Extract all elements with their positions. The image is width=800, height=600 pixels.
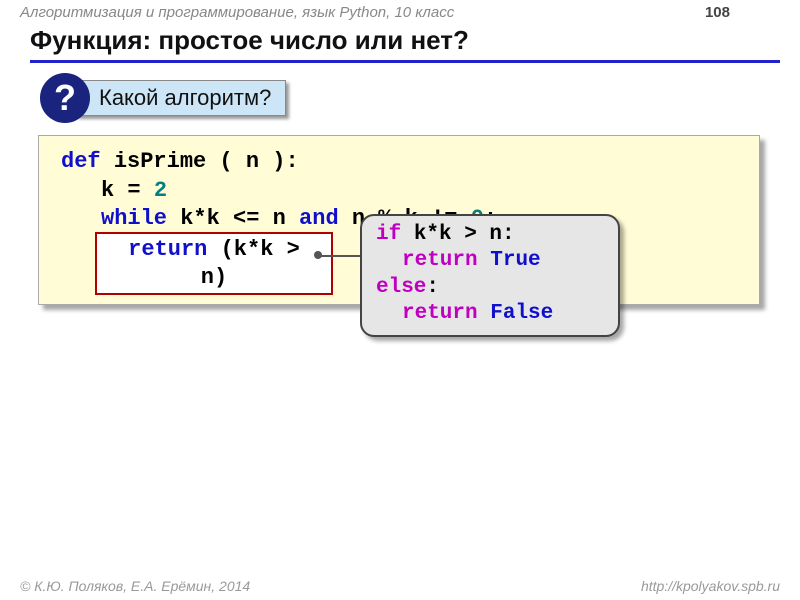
connector-line xyxy=(320,255,360,257)
kw-def: def xyxy=(61,149,101,174)
kw-return: return xyxy=(128,237,207,262)
bubble-line-1: if k*k > n: xyxy=(376,222,606,248)
code-line-1: def isPrime ( n ): xyxy=(61,148,743,177)
question-label: Какой алгоритм? xyxy=(76,80,286,116)
bubble-line-3: else: xyxy=(376,275,606,301)
expansion-bubble: if k*k > n: return True else: return Fal… xyxy=(360,214,620,337)
footer: © К.Ю. Поляков, Е.А. Ерёмин, 2014 http:/… xyxy=(0,578,800,594)
header: Алгоритмизация и программирование, язык … xyxy=(0,0,800,23)
question-mark-icon: ? xyxy=(40,73,90,123)
bubble-line-2: return True xyxy=(376,248,606,274)
slide-title: Функция: простое число или нет? xyxy=(30,25,780,63)
bubble-line-4: return False xyxy=(376,301,606,327)
footer-url: http://kpolyakov.spb.ru xyxy=(641,578,780,594)
page-number: 108 xyxy=(705,4,780,21)
return-box: return (k*k > n) xyxy=(95,232,333,295)
copyright: © К.Ю. Поляков, Е.А. Ерёмин, 2014 xyxy=(20,578,250,594)
code-line-2: k = 2 xyxy=(61,177,743,206)
course-title: Алгоритмизация и программирование, язык … xyxy=(20,4,454,21)
question-row: ? Какой алгоритм? xyxy=(40,73,800,123)
